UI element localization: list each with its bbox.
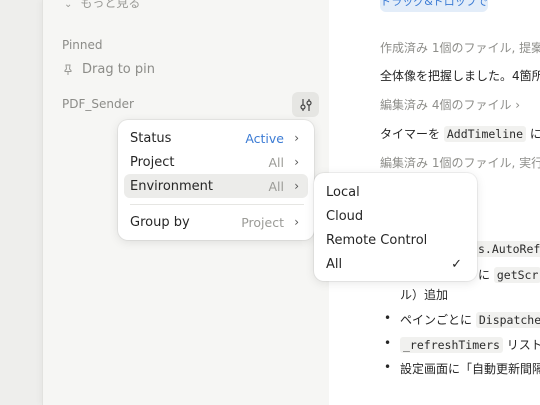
chevron-right-icon: › <box>294 179 299 193</box>
env-option-all[interactable]: All ✓ <box>326 253 466 275</box>
env-option-local[interactable]: Local <box>326 181 466 203</box>
menu-item-environment[interactable]: Environment All › <box>124 174 308 198</box>
chat-line-edited-executed[interactable]: 編集済み 1個のファイル, 実行済 <box>380 154 540 171</box>
filter-button[interactable] <box>292 92 319 117</box>
code-autoref-text: s.AutoRef <box>475 241 540 257</box>
drag-to-pin-hint: Drag to pin <box>62 62 155 77</box>
chevron-right-icon: › <box>294 155 299 169</box>
env-option-label: Remote Control <box>326 232 428 248</box>
menu-item-value: Project <box>241 214 284 230</box>
timer-text: タイマーを <box>380 127 441 141</box>
sliders-icon <box>299 98 312 111</box>
env-option-remote-control[interactable]: Remote Control <box>326 229 466 251</box>
env-option-label: Local <box>326 184 360 200</box>
bullet-item: ペインごとに DispatcherT <box>384 311 540 328</box>
menu-item-project[interactable]: Project All › <box>124 150 308 174</box>
chat-line-overview: 全体像を把握しました。4箇所ま <box>380 69 540 83</box>
menu-item-value: Active <box>245 130 284 146</box>
pinned-heading: Pinned <box>62 38 103 52</box>
env-option-label: Cloud <box>326 208 364 224</box>
chevron-right-icon: › <box>294 131 299 145</box>
chat-line-getscr: に getScr <box>478 266 540 283</box>
menu-item-value: All <box>268 178 285 194</box>
menu-item-label: Status <box>130 130 172 146</box>
code-autoref: s.AutoRef <box>475 241 540 257</box>
menu-item-label: Environment <box>130 178 214 194</box>
chevron-right-icon: › <box>294 215 299 229</box>
show-more-link[interactable]: ⌄ もっと見る <box>64 0 140 11</box>
checkmark-icon: ✓ <box>451 256 462 272</box>
menu-item-value: All <box>268 154 285 170</box>
bullet-text: 設定画面に「自動更新間隔 <box>400 362 540 376</box>
project-name[interactable]: PDF_Sender <box>62 97 134 111</box>
chat-line-timer: タイマーを AddTimeline に追 <box>380 125 540 142</box>
show-more-label: もっと見る <box>80 0 141 10</box>
menu-divider <box>130 204 304 205</box>
bullet-text: リスト <box>506 338 540 352</box>
bullet-item: 設定画面に「自動更新間隔 <box>384 360 540 377</box>
chat-line-created: 作成済み 1個のファイル, 提案済 <box>380 41 540 55</box>
chat-line-added: ル）追加 <box>400 288 449 302</box>
drag-to-pin-label: Drag to pin <box>82 62 155 77</box>
code-getscr: getScr <box>493 267 540 283</box>
status-pill: ドラッグ&ドロップで <box>380 0 488 12</box>
code-refreshtimers: _refreshTimers <box>400 337 503 353</box>
env-option-label: All <box>326 256 343 272</box>
environment-submenu: Local Cloud Remote Control All ✓ <box>314 173 477 281</box>
chevron-down-icon: ⌄ <box>64 0 73 10</box>
filter-menu: Status Active › Project All › Environmen… <box>118 120 314 240</box>
menu-item-label: Group by <box>130 214 190 230</box>
bullet-text: ペインごとに <box>400 313 473 327</box>
env-option-cloud[interactable]: Cloud <box>326 205 466 227</box>
chat-line-edited[interactable]: 編集済み 4個のファイル › <box>380 96 520 113</box>
menu-item-group-by[interactable]: Group by Project › <box>124 210 308 234</box>
pin-icon <box>64 64 72 75</box>
timer-suffix: に追 <box>529 127 540 141</box>
code-addtimeline: AddTimeline <box>443 126 527 142</box>
code-dispatcher: DispatcherT <box>475 312 540 328</box>
bullet-item: _refreshTimers リスト <box>384 336 540 353</box>
menu-item-label: Project <box>130 154 175 170</box>
getscr-prefix: に <box>478 268 491 282</box>
menu-item-status[interactable]: Status Active › <box>124 126 308 150</box>
